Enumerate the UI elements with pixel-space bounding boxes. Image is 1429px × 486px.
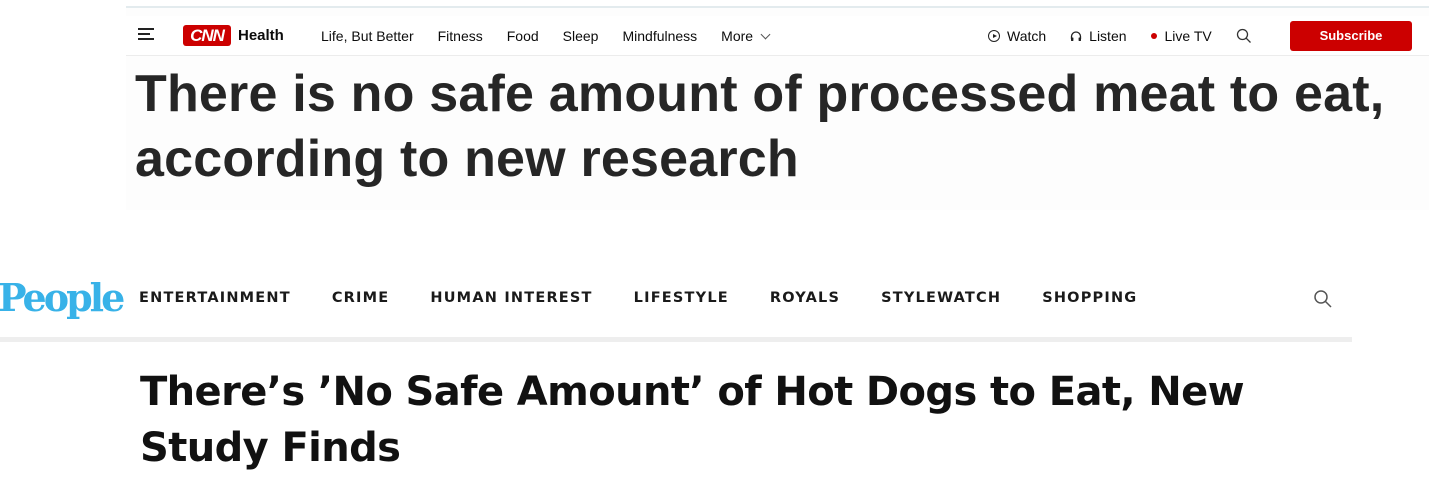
nav-link-shopping[interactable]: SHOPPING xyxy=(1042,288,1137,308)
live-dot-icon xyxy=(1150,33,1157,39)
people-navbar: People ENTERTAINMENT CRIME HUMAN INTERES… xyxy=(0,262,1352,342)
nav-link-food[interactable]: Food xyxy=(507,27,539,45)
nav-link-royals[interactable]: ROYALS xyxy=(770,288,840,308)
live-tv-button[interactable]: Live TV xyxy=(1150,27,1212,45)
people-headline: There’s ’No Safe Amount’ of Hot Dogs to … xyxy=(140,369,1245,471)
nav-link-crime[interactable]: CRIME xyxy=(332,288,390,308)
nav-link-lifestyle[interactable]: LIFESTYLE xyxy=(634,288,729,308)
cnn-article-header: CNN Health Life, But Better Fitness Food… xyxy=(126,6,1429,210)
chevron-down-icon xyxy=(760,29,771,39)
hamburger-menu-icon[interactable] xyxy=(138,28,154,42)
listen-button[interactable]: Listen xyxy=(1070,27,1127,45)
live-tv-label: Live TV xyxy=(1164,28,1212,44)
people-logo[interactable]: People xyxy=(0,275,125,321)
search-icon[interactable] xyxy=(1313,289,1333,309)
listen-label: Listen xyxy=(1089,28,1127,44)
nav-link-entertainment[interactable]: ENTERTAINMENT xyxy=(139,288,291,308)
nav-link-stylewatch[interactable]: STYLEWATCH xyxy=(881,288,1001,308)
nav-link-human-interest[interactable]: HUMAN INTEREST xyxy=(430,288,592,308)
cnn-nav-links: Life, But Better Fitness Food Sleep Mind… xyxy=(321,27,793,45)
cnn-headline: There is no safe amount of processed mea… xyxy=(135,65,1385,188)
section-title-health[interactable]: Health xyxy=(238,25,284,47)
cnn-navbar: CNN Health Life, But Better Fitness Food… xyxy=(126,16,1429,56)
play-circle-icon xyxy=(988,30,1000,42)
nav-link-fitness[interactable]: Fitness xyxy=(438,27,483,45)
subscribe-button[interactable]: Subscribe xyxy=(1290,21,1412,51)
nav-link-sleep[interactable]: Sleep xyxy=(563,27,599,45)
search-icon[interactable] xyxy=(1236,28,1252,44)
watch-button[interactable]: Watch xyxy=(988,27,1046,45)
cnn-nav-actions: Watch Listen Live TV xyxy=(988,27,1279,45)
headphones-icon xyxy=(1071,31,1082,41)
nav-link-life-but-better[interactable]: Life, But Better xyxy=(321,27,414,45)
cnn-logo[interactable]: CNN xyxy=(183,25,231,46)
watch-label: Watch xyxy=(1007,28,1047,44)
nav-more-label: More xyxy=(721,28,754,44)
nav-link-mindfulness[interactable]: Mindfulness xyxy=(622,27,697,45)
people-nav-links: ENTERTAINMENT CRIME HUMAN INTEREST LIFES… xyxy=(139,288,1178,308)
nav-more-menu[interactable]: More xyxy=(721,27,771,45)
